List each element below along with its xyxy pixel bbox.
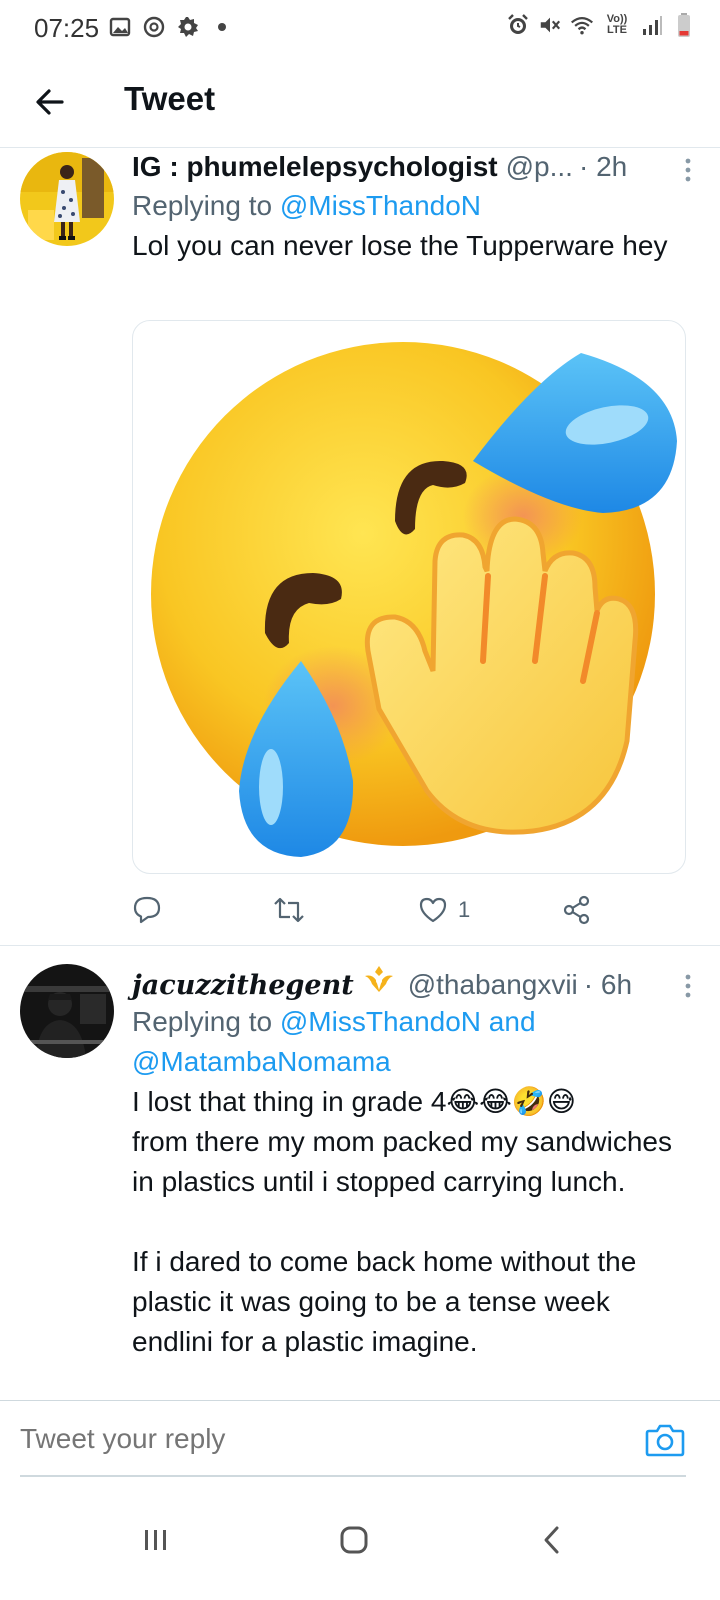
page-title: Tweet (124, 80, 216, 117)
face-palm-sweat-emoji (151, 342, 677, 857)
display-name[interactable]: IG : phumelelepsychologist (132, 148, 498, 186)
tweet-meta: IG : phumelelepsychologist @p... · 2h (132, 148, 686, 186)
home-icon (340, 1526, 368, 1554)
wifi-icon (570, 12, 594, 38)
signal-icon (640, 12, 664, 38)
sync-icon (142, 14, 166, 40)
status-left-icons (108, 14, 234, 40)
recent-apps-button[interactable] (124, 1508, 188, 1572)
settings-icon (176, 14, 200, 40)
more-options-button[interactable] (672, 154, 704, 186)
tweet-item[interactable]: jacuzzithegent @thabangxvii · 6h Replyin… (0, 946, 720, 1400)
tweet-meta: jacuzzithegent @thabangxvii · 6h (132, 964, 686, 1002)
home-button[interactable] (322, 1508, 386, 1572)
status-bar: 07:25 Vo)) LTE (0, 0, 720, 56)
mention-link[interactable]: @MatambaNomama (132, 1046, 391, 1077)
chevron-left-icon (544, 1526, 559, 1554)
emoji: 😂 (479, 1086, 512, 1117)
avatar[interactable] (20, 152, 114, 246)
emoji: 😂 (446, 1086, 480, 1117)
mention-link[interactable]: @MissThandoN (280, 1006, 481, 1037)
share-icon (563, 895, 590, 925)
tweet-content: jacuzzithegent @thabangxvii · 6h Replyin… (132, 964, 691, 1362)
emoji: 😅 (546, 1086, 576, 1117)
tweet-content: IG : phumelelepsychologist @p... · 2h Re… (132, 148, 691, 266)
user-handle[interactable]: @thabangxvii (408, 966, 578, 1004)
volte-icon: Vo)) LTE (606, 13, 628, 36)
more-vertical-icon (685, 974, 691, 998)
app-header: Tweet (0, 56, 720, 148)
dot-icon (210, 14, 234, 40)
replying-to: Replying to @MissThandoN and @MatambaNom… (132, 1006, 536, 1077)
alarm-icon (506, 12, 530, 38)
tweet-time[interactable]: · 6h (584, 966, 632, 1004)
share-button[interactable] (562, 888, 602, 932)
replying-to: Replying to @MissThandoN (132, 190, 482, 221)
status-right-icons: Vo)) LTE (506, 12, 696, 38)
more-vertical-icon (685, 158, 691, 182)
tweet-text: Lol you can never lose the Tupperware he… (132, 230, 668, 261)
tweet-item[interactable]: IG : phumelelepsychologist @p... · 2h Re… (0, 148, 720, 946)
retweet-button[interactable] (272, 888, 316, 932)
input-underline (20, 1475, 686, 1477)
camera-button[interactable] (644, 1419, 686, 1461)
mention-link[interactable]: @MissThandoN (280, 190, 481, 221)
arrow-left-icon (36, 89, 64, 115)
back-button[interactable] (22, 74, 78, 130)
like-count: 1 (458, 897, 471, 922)
recent-apps-icon (145, 1530, 166, 1550)
tweet-media[interactable] (132, 320, 686, 874)
reply-input[interactable] (20, 1419, 620, 1459)
user-handle[interactable]: @p... (506, 148, 573, 186)
mute-icon (538, 12, 562, 38)
reply-icon (133, 896, 161, 924)
crest-icon (362, 964, 396, 994)
like-button[interactable]: 1 (418, 888, 470, 932)
camera-icon (645, 1424, 685, 1457)
avatar[interactable] (20, 964, 114, 1058)
tweet-actions: 1 (132, 888, 612, 932)
reply-composer (0, 1400, 720, 1477)
reply-button[interactable] (132, 888, 172, 932)
emoji: 🤣 (511, 1086, 547, 1117)
image-icon (108, 14, 132, 40)
back-nav-button[interactable] (520, 1508, 584, 1572)
status-time: 07:25 (34, 13, 100, 43)
more-options-button[interactable] (672, 970, 704, 1002)
heart-icon (419, 897, 447, 923)
system-nav-bar (0, 1478, 720, 1600)
tweet-text: I lost that thing in grade 4😂😂🤣😅 from th… (132, 1086, 672, 1357)
battery-icon (672, 12, 696, 38)
retweet-icon (274, 897, 304, 923)
display-name[interactable]: jacuzzithegent (132, 967, 354, 1005)
tweet-time[interactable]: · 2h (579, 148, 627, 186)
